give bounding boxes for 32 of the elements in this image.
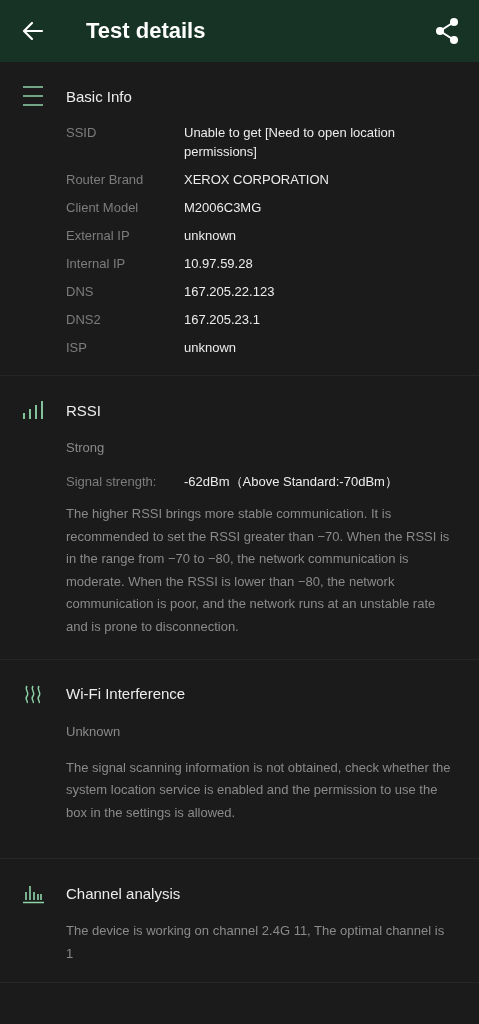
- section-title: RSSI: [66, 401, 101, 419]
- field-value: 167.205.23.1: [184, 311, 261, 329]
- field-label: Client Model: [66, 199, 140, 217]
- field-label: DNS: [66, 283, 95, 301]
- field-label: External IP: [66, 227, 131, 245]
- field-value: M2006C3MG: [184, 199, 263, 217]
- field-label: SSID: [66, 124, 98, 142]
- description-text: The device is working on channel 2.4G 11, The optimal channel is 1: [66, 922, 446, 963]
- reading-value: -62dBm（Above Standard:-70dBm）: [184, 473, 398, 491]
- lines-icon: [22, 85, 44, 107]
- field-label: Internal IP: [66, 255, 127, 273]
- field-value: unknown: [184, 339, 238, 357]
- screen-title: Test details: [86, 18, 207, 44]
- description-text: The higher RSSI brings more stable communication. It is recommended to set the RSSI greater than −70. When the RSSI is in the range from −70 to −80, the network communication is moderate. When the RSSI is lower than −80, the network communication is poor, and the network runs at an unstable rate and is prone to disconnection.: [66, 505, 451, 636]
- field-label: Router Brand: [66, 171, 145, 189]
- field-value: XEROX CORPORATION: [184, 171, 330, 189]
- section-title: Wi-Fi Interference: [66, 685, 186, 703]
- status-text: Unknown: [66, 722, 122, 741]
- field-value: 10.97.59.28: [184, 255, 254, 273]
- signal-bars-icon: [22, 399, 44, 421]
- share-icon[interactable]: [435, 17, 459, 45]
- section-title: Channel analysis: [66, 884, 181, 902]
- reading-label: Signal strength:: [66, 473, 158, 491]
- field-label: DNS2: [66, 311, 102, 329]
- section-title: Basic Info: [66, 87, 132, 105]
- field-value: Unable to get [Need to open location permissions]: [184, 124, 397, 161]
- field-label: ISP: [66, 339, 88, 357]
- status-text: Strong: [66, 439, 106, 457]
- field-value: 167.205.22.123: [184, 283, 276, 301]
- back-icon[interactable]: [22, 21, 44, 41]
- description-text: The signal scanning information is not obtained, check whether the system location service is enabled and the permission to use the box in the settings is allowed.: [66, 758, 452, 822]
- field-value: unknown: [184, 227, 238, 245]
